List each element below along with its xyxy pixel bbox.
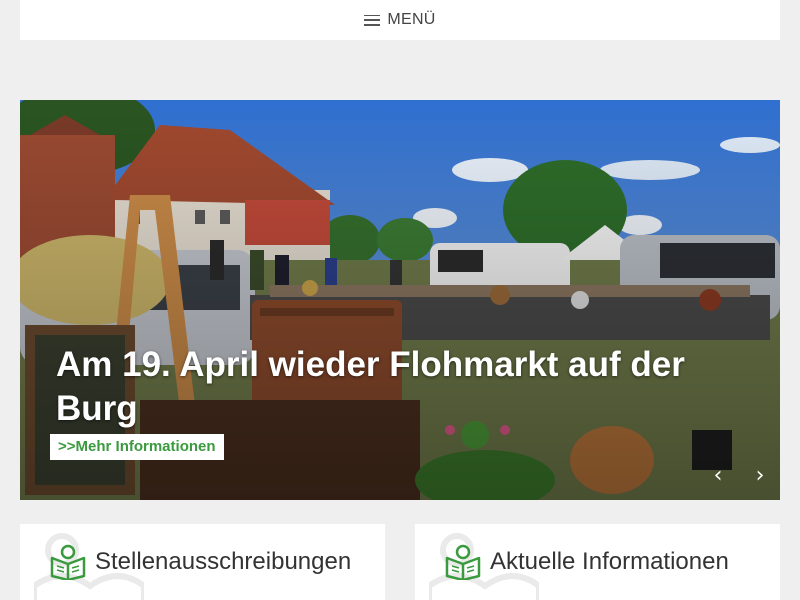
card-title: Stellenausschreibungen: [95, 548, 352, 575]
slide-title: Am 19. April wieder Flohmarkt auf der Bu…: [56, 345, 685, 428]
card-stellenausschreibungen[interactable]: Stellenausschreibungen: [20, 524, 385, 600]
more-information-link[interactable]: >>Mehr Informationen: [50, 434, 224, 460]
menu-button[interactable]: MENÜ: [364, 11, 435, 29]
card-title: Aktuelle Informationen: [490, 548, 729, 575]
slider-next-arrow[interactable]: ›: [750, 462, 770, 490]
hero-slider: Am 19. April wieder Flohmarkt auf der Bu…: [20, 100, 780, 500]
menu-label: MENÜ: [387, 11, 436, 28]
top-navigation-bar: MENÜ: [20, 0, 780, 40]
reading-person-icon: [445, 544, 481, 580]
hamburger-icon: [364, 14, 381, 26]
card-aktuelle-informationen[interactable]: Aktuelle Informationen: [415, 524, 780, 600]
reading-person-icon: [50, 544, 86, 580]
slider-prev-arrow[interactable]: ‹: [708, 462, 728, 490]
